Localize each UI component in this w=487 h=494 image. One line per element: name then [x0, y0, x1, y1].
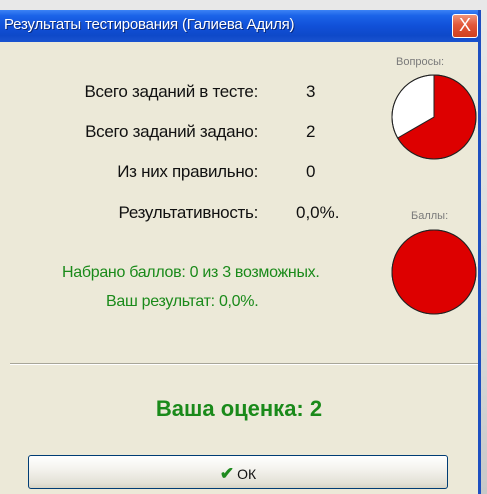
- total-tasks-label: Всего заданий в тесте:: [84, 82, 258, 101]
- divider: [10, 363, 478, 365]
- checkmark-icon: ✔: [219, 464, 235, 483]
- points-pie-chart: [391, 229, 477, 315]
- effectiveness-label: Результативность:: [118, 203, 259, 222]
- questions-pie-chart: [391, 74, 477, 160]
- questions-chart-caption: Вопросы:: [396, 56, 445, 68]
- close-button[interactable]: X: [452, 14, 478, 38]
- effectiveness-value: 0,0%.: [296, 203, 340, 222]
- close-icon: X: [458, 15, 471, 35]
- ok-button[interactable]: ✔ ОК: [28, 455, 448, 489]
- asked-tasks-label: Всего заданий задано:: [85, 122, 258, 141]
- ok-button-label: ОК: [237, 466, 257, 482]
- grade-text: Ваша оценка: 2: [155, 396, 323, 421]
- title-bar[interactable]: Результаты тестирования (Галиева Адиля) …: [0, 10, 478, 42]
- results-dialog: Результаты тестирования (Галиева Адиля) …: [0, 10, 481, 494]
- correct-tasks-label: Из них правильно:: [117, 162, 258, 181]
- window-title: Результаты тестирования (Галиева Адиля): [4, 16, 295, 33]
- asked-tasks-value: 2: [306, 122, 316, 141]
- correct-tasks-value: 0: [306, 162, 316, 181]
- points-chart-caption: Баллы:: [411, 210, 449, 222]
- total-tasks-value: 3: [306, 82, 316, 101]
- dialog-body: Всего заданий в тесте: 3 Всего заданий з…: [0, 42, 478, 494]
- points-summary: Набрано баллов: 0 из 3 возможных.: [62, 264, 320, 281]
- result-summary: Ваш результат: 0,0%.: [106, 293, 259, 310]
